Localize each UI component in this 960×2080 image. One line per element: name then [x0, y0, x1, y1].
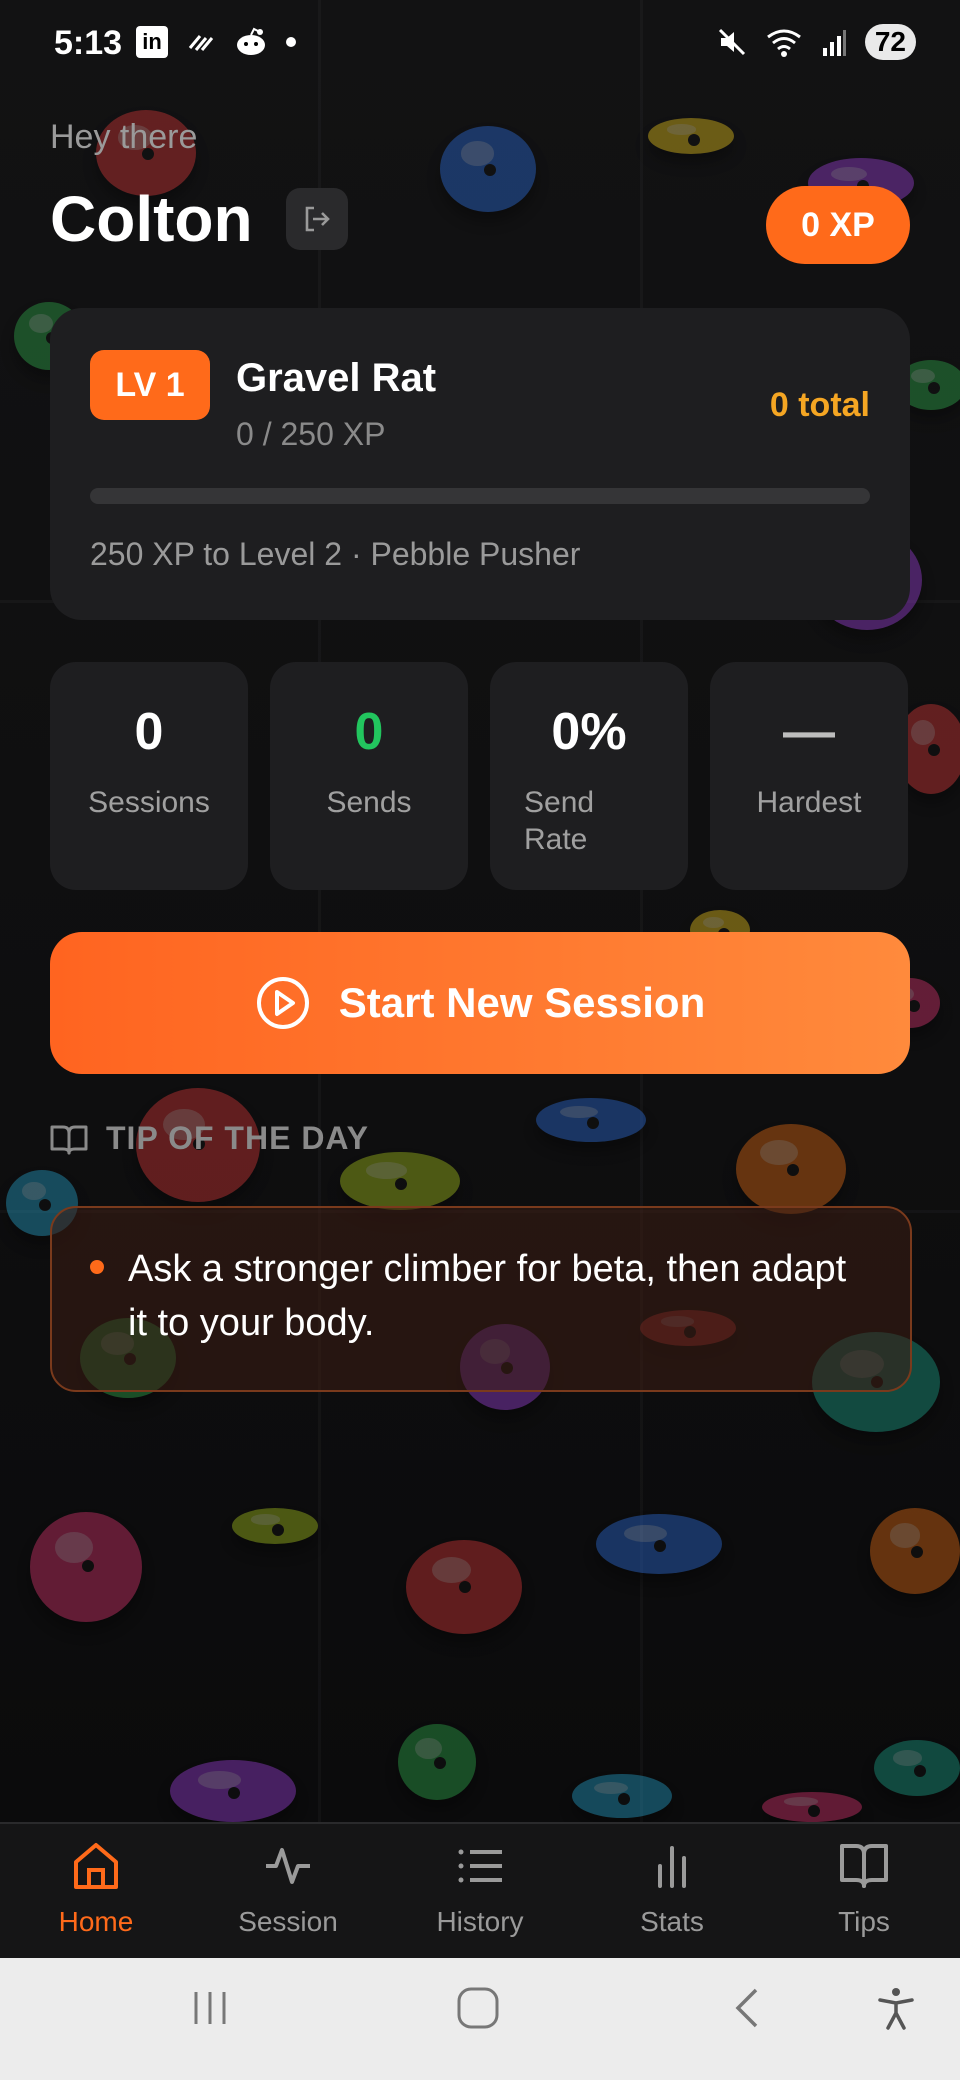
- stat-card-send-rate[interactable]: 0% Send Rate: [490, 662, 688, 890]
- home-button-icon[interactable]: [455, 1986, 501, 2030]
- signal-icon: [822, 30, 846, 56]
- stat-value: 0: [354, 703, 384, 761]
- weather-icon: [188, 35, 214, 51]
- stat-label: Send Rate: [524, 786, 595, 856]
- bar-chart-icon: [658, 1846, 686, 1888]
- battery-level: 72: [864, 24, 916, 60]
- notification-dot-icon: [286, 37, 296, 47]
- level-badge: LV 1: [90, 350, 210, 420]
- stat-card-hardest[interactable]: — Hardest: [710, 662, 908, 890]
- bullet-icon: [90, 1260, 104, 1274]
- accessibility-icon[interactable]: [876, 1986, 916, 2030]
- stat-label: Hardest: [756, 786, 862, 819]
- climbing-wall-background: [0, 0, 960, 1822]
- user-name: Colton: [50, 183, 253, 255]
- nav-item-session[interactable]: Session: [192, 1840, 384, 1950]
- nav-item-home[interactable]: Home: [0, 1840, 192, 1950]
- play-circle-icon: [256, 977, 309, 1029]
- stat-card-sessions[interactable]: 0 Sessions: [50, 662, 248, 890]
- xp-progress-bar: [90, 488, 870, 504]
- total-xp: 0 total: [769, 386, 870, 424]
- stat-value: 0: [134, 703, 164, 761]
- logout-button[interactable]: [286, 188, 348, 250]
- nav-label: Home: [58, 1906, 134, 1937]
- tip-card: Ask a stronger climber for beta, then ad…: [50, 1206, 912, 1392]
- activity-icon: [266, 1848, 310, 1884]
- level-card: LV 1 Gravel Rat 0 / 250 XP 0 total 250 X…: [50, 308, 910, 620]
- next-level-text: 250 XP to Level 2 · Pebble Pusher: [90, 536, 581, 572]
- nav-label: History: [436, 1906, 524, 1937]
- xp-progress-text: 0 / 250 XP: [236, 416, 386, 452]
- nav-label: Tips: [838, 1906, 890, 1937]
- book-open-icon: [50, 1125, 88, 1154]
- nav-label: Stats: [640, 1906, 704, 1937]
- list-icon: [458, 1849, 502, 1883]
- home-icon: [74, 1843, 118, 1889]
- tip-text: Ask a stronger climber for beta, then ad…: [128, 1248, 847, 1344]
- stat-card-sends[interactable]: 0 Sends: [270, 662, 468, 890]
- stat-label: Sessions: [88, 786, 210, 819]
- linkedin-icon: in: [136, 26, 168, 58]
- logout-icon: [305, 206, 330, 232]
- book-icon: [840, 1844, 888, 1888]
- stat-value: 0%: [551, 703, 627, 761]
- tip-heading-label: TIP OF THE DAY: [106, 1120, 369, 1156]
- nav-label: Session: [238, 1906, 338, 1937]
- start-new-session-button[interactable]: Start New Session: [50, 932, 910, 1074]
- recent-apps-icon[interactable]: [188, 1986, 232, 2030]
- xp-badge[interactable]: 0 XP: [766, 186, 910, 264]
- nav-item-stats[interactable]: Stats: [576, 1840, 768, 1950]
- back-icon[interactable]: [728, 1986, 768, 2030]
- nav-item-tips[interactable]: Tips: [768, 1840, 960, 1950]
- status-bar: 5:13 in 72: [0, 0, 960, 92]
- mute-icon: [718, 28, 745, 56]
- status-time: 5:13: [54, 24, 123, 62]
- nav-item-history[interactable]: History: [384, 1840, 576, 1950]
- start-session-label: Start New Session: [338, 979, 706, 1026]
- stat-value: —: [783, 703, 835, 761]
- wifi-icon: [766, 29, 801, 57]
- system-navigation-bar: [0, 1958, 960, 2080]
- reddit-icon: [237, 27, 265, 55]
- greeting: Hey there: [50, 118, 198, 156]
- tip-heading: TIP OF THE DAY: [50, 1120, 369, 1157]
- bottom-navigation: Home Session History Stats Tips: [0, 1822, 960, 1960]
- rank-name: Gravel Rat: [236, 356, 437, 400]
- stat-label: Sends: [326, 786, 412, 819]
